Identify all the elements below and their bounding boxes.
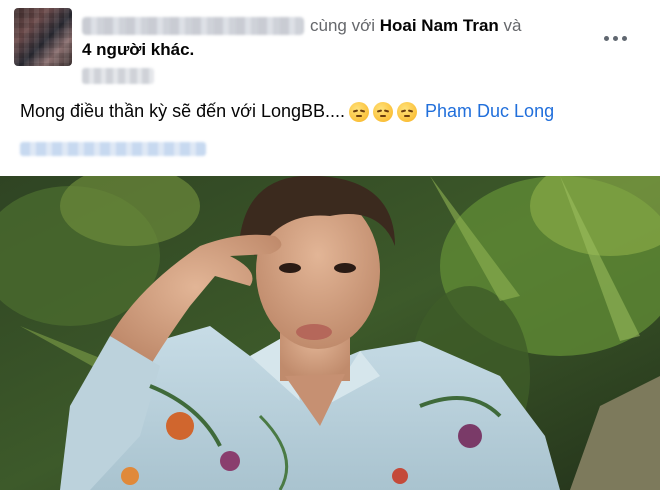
post-header: cùng với Hoai Nam Tran và	[82, 14, 522, 38]
with-text: cùng với	[310, 16, 376, 35]
dot-icon	[612, 35, 618, 41]
sad-face-emoji-icon	[397, 101, 418, 122]
portrait-photo-illustration	[0, 176, 660, 490]
sad-face-emoji-icon	[349, 101, 370, 122]
post-caption: Mong điều thần kỳ sẽ đến với LongBB.... …	[20, 101, 554, 122]
caption-text: Mong điều thần kỳ sẽ đến với LongBB....	[20, 101, 346, 121]
blurred-hashtag-link[interactable]	[20, 142, 206, 156]
mention-link[interactable]: Pham Duc Long	[425, 101, 554, 122]
dot-icon	[621, 35, 627, 41]
post-photo[interactable]	[0, 176, 660, 490]
author-avatar[interactable]	[14, 8, 72, 66]
more-options-button[interactable]	[598, 26, 632, 50]
facebook-post: cùng với Hoai Nam Tran và 4 người khác. …	[0, 0, 660, 490]
sad-face-emoji-icon	[373, 101, 394, 122]
and-text: và	[503, 16, 522, 35]
dot-icon	[603, 35, 609, 41]
blurred-author-name[interactable]	[82, 17, 304, 35]
others-link[interactable]: 4 người khác.	[82, 40, 194, 60]
blurred-timestamp[interactable]	[82, 68, 154, 84]
tagged-friend-link[interactable]: Hoai Nam Tran	[380, 16, 499, 36]
emoji-group	[349, 101, 418, 122]
